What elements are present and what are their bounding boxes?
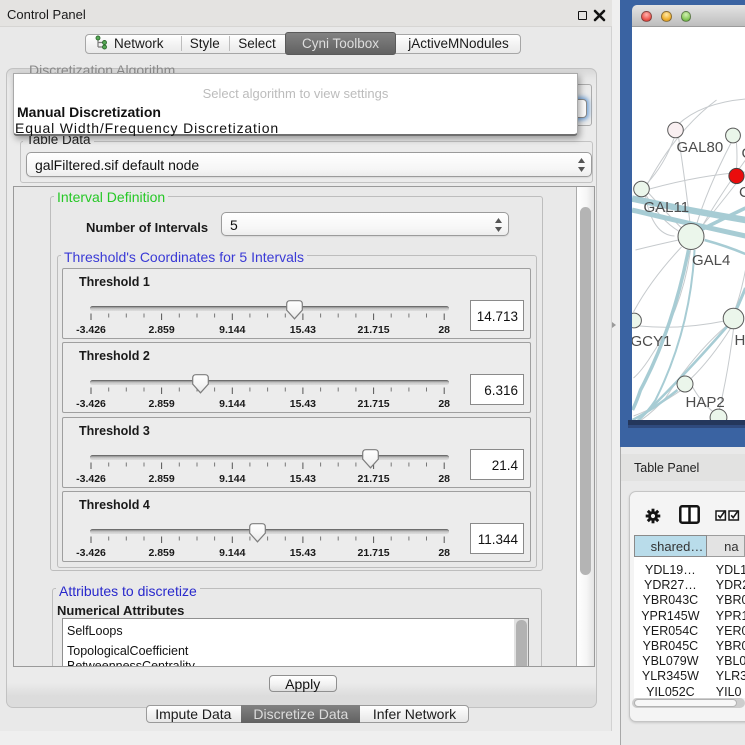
svg-text:GCY1: GCY1 [632,333,671,350]
svg-text:GAL11: GAL11 [643,199,689,216]
svg-text:CYC: CYC [739,184,745,201]
svg-text:GAL7: GAL7 [741,145,745,162]
svg-text:HAP2: HAP2 [685,394,724,411]
svg-text:HAP: HAP [734,332,745,349]
svg-text:GAL80: GAL80 [676,139,723,156]
svg-text:GAL4: GAL4 [692,252,730,269]
